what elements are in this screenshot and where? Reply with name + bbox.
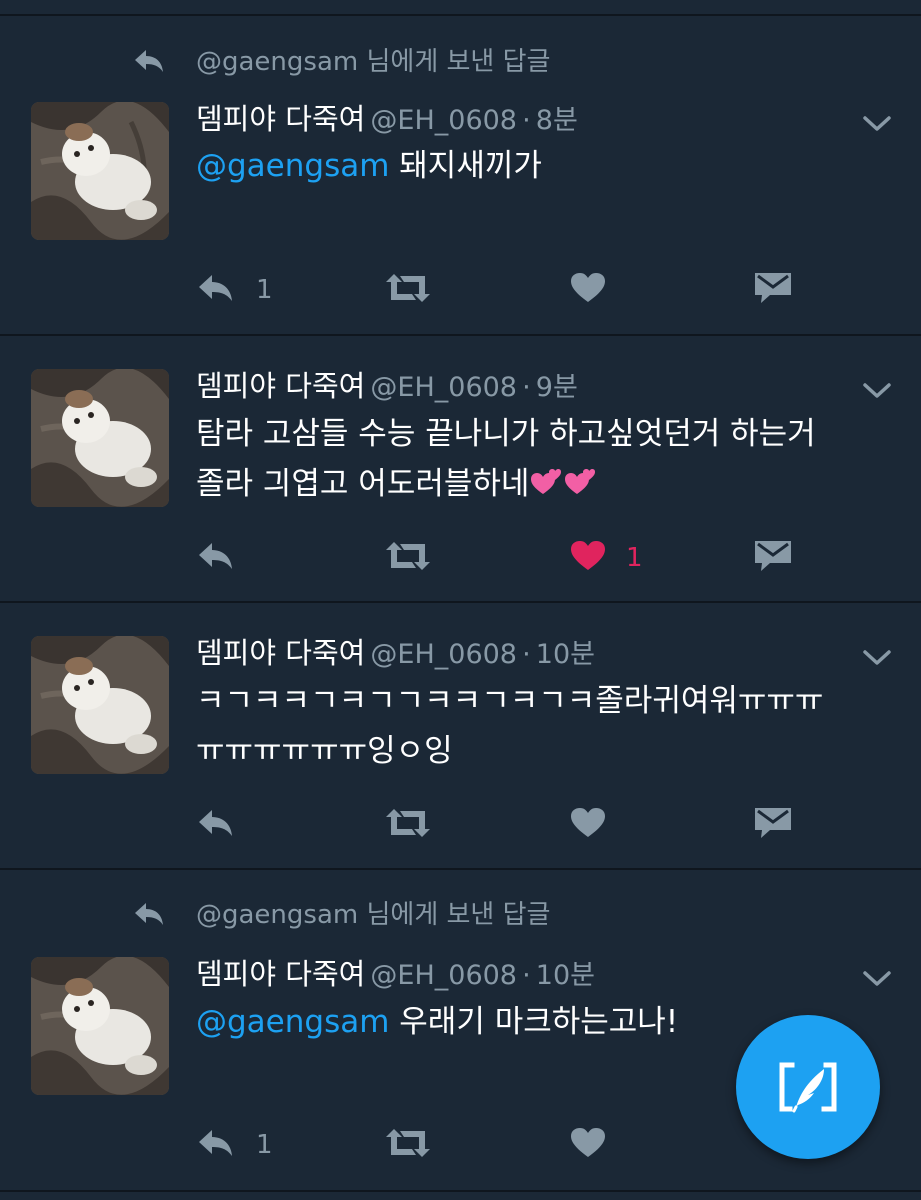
separator-dot: · (522, 639, 531, 670)
mention-link[interactable]: @gaengsam (196, 1004, 389, 1040)
cat-avatar-image (31, 957, 169, 1095)
two-hearts-emoji (531, 469, 596, 494)
tweet-text-line: 졸라 긔엽고 어도러블하네 (196, 466, 530, 502)
cat-avatar-image (31, 102, 169, 240)
timestamp[interactable]: 10분 (536, 639, 595, 670)
compose-tweet-icon (779, 1062, 837, 1113)
timestamp[interactable]: 9분 (536, 372, 578, 403)
tweet-actions: 1 (0, 268, 921, 312)
username[interactable]: @EH_0608 (370, 639, 517, 670)
timestamp[interactable]: 8분 (536, 105, 578, 136)
tweet-actions: 1 (0, 536, 921, 580)
like-button[interactable] (570, 803, 660, 847)
tweet-text: ㅋㄱㅋㅋㄱㅋㄱㄱㅋㅋㄱㅋㄱㅋ졸라귀여워ㅠㅠㅠ ㅠㅠㅠㅠㅠㅠ잉ㅇ잉 (196, 676, 886, 776)
tweet-text-line: ㅋㄱㅋㅋㄱㅋㄱㄱㅋㅋㄱㅋㄱㅋ졸라귀여워ㅠㅠㅠ (196, 683, 824, 719)
direct-message-button[interactable] (754, 803, 814, 847)
direct-message-button[interactable] (754, 268, 814, 312)
retweet-button[interactable] (384, 536, 474, 580)
avatar[interactable] (31, 636, 169, 774)
retweet-icon (386, 274, 430, 302)
reply-count: 1 (256, 1130, 273, 1160)
divider (0, 1190, 921, 1192)
reply-icon (199, 1130, 232, 1156)
reply-button[interactable]: 1 (196, 268, 286, 312)
username[interactable]: @EH_0608 (370, 105, 517, 136)
tweet-text-line: 돼지새끼가 (389, 148, 542, 184)
reply-button[interactable] (196, 536, 286, 580)
reply-arrow-icon (135, 50, 163, 72)
direct-message-button[interactable] (754, 536, 814, 580)
avatar[interactable] (31, 957, 169, 1095)
retweet-icon (386, 1129, 430, 1157)
tweet[interactable]: 뎀피야 다죽여 @EH_0608 · 10분 ㅋㄱㅋㅋㄱㅋㄱㄱㅋㅋㄱㅋㄱㅋ졸라귀… (0, 603, 921, 868)
display-name[interactable]: 뎀피야 다죽여 (196, 369, 365, 403)
like-button[interactable]: 1 (570, 536, 660, 580)
retweet-icon (386, 542, 430, 570)
compose-tweet-button[interactable] (736, 1015, 880, 1159)
cat-avatar-image (31, 369, 169, 507)
heart-icon (571, 1128, 605, 1157)
reply-arrow-icon (135, 903, 163, 925)
chevron-down-icon[interactable] (862, 114, 892, 134)
display-name[interactable]: 뎀피야 다죽여 (196, 102, 365, 136)
tweet-header: 뎀피야 다죽여 @EH_0608 · 10분 (196, 954, 595, 994)
reply-context[interactable]: @gaengsam 님에게 보낸 답글 (0, 897, 921, 937)
mention-link[interactable]: @gaengsam (196, 148, 389, 184)
heart-icon (571, 273, 605, 302)
display-name[interactable]: 뎀피야 다죽여 (196, 636, 365, 670)
reply-context[interactable]: @gaengsam 님에게 보낸 답글 (0, 44, 921, 84)
chevron-down-icon[interactable] (862, 381, 892, 401)
reply-count: 1 (256, 275, 273, 305)
direct-message-icon (755, 808, 791, 838)
timeline: @gaengsam 님에게 보낸 답글 뎀피야 다죽여 @EH_0608 · 8… (0, 0, 921, 1200)
tweet-text-line-wrap: 졸라 긔엽고 어도러블하네 (196, 459, 886, 509)
tweet-header: 뎀피야 다죽여 @EH_0608 · 9분 (196, 366, 578, 406)
reply-button[interactable]: 1 (196, 1123, 286, 1167)
reply-icon (199, 543, 232, 569)
tweet-text: @gaengsam 돼지새끼가 (196, 141, 886, 191)
heart-icon (571, 808, 605, 837)
tweet-actions (0, 803, 921, 847)
tweet-header: 뎀피야 다죽여 @EH_0608 · 10분 (196, 633, 595, 673)
chevron-down-icon[interactable] (862, 969, 892, 989)
separator-dot: · (522, 960, 531, 991)
retweet-icon (386, 809, 430, 837)
reply-icon (199, 275, 232, 301)
reply-button[interactable] (196, 803, 286, 847)
username[interactable]: @EH_0608 (370, 960, 517, 991)
like-button[interactable] (570, 1123, 660, 1167)
retweet-button[interactable] (384, 268, 474, 312)
heart-icon (571, 541, 605, 570)
tweet-text-line: 우래기 마크하는고나! (389, 1004, 679, 1040)
avatar[interactable] (31, 102, 169, 240)
direct-message-icon (755, 541, 791, 571)
tweet-header: 뎀피야 다죽여 @EH_0608 · 8분 (196, 99, 578, 139)
reply-context-text: @gaengsam 님에게 보낸 답글 (196, 47, 551, 77)
tweet-text-line: 탐라 고삼들 수능 끝나니가 하고싶엇던거 하는거 (196, 416, 816, 452)
retweet-button[interactable] (384, 1123, 474, 1167)
tweet-text: 탐라 고삼들 수능 끝나니가 하고싶엇던거 하는거 졸라 긔엽고 어도러블하네 (196, 409, 886, 509)
cat-avatar-image (31, 636, 169, 774)
separator-dot: · (522, 105, 531, 136)
display-name[interactable]: 뎀피야 다죽여 (196, 957, 365, 991)
timestamp[interactable]: 10분 (536, 960, 595, 991)
like-count: 1 (626, 543, 643, 573)
direct-message-icon (755, 273, 791, 303)
avatar[interactable] (31, 369, 169, 507)
separator-dot: · (522, 372, 531, 403)
tweet[interactable]: @gaengsam 님에게 보낸 답글 뎀피야 다죽여 @EH_0608 · 8… (0, 0, 921, 334)
username[interactable]: @EH_0608 (370, 372, 517, 403)
like-button[interactable] (570, 268, 660, 312)
reply-icon (199, 810, 232, 836)
chevron-down-icon[interactable] (862, 648, 892, 668)
retweet-button[interactable] (384, 803, 474, 847)
reply-context-text: @gaengsam 님에게 보낸 답글 (196, 900, 551, 930)
tweet[interactable]: 뎀피야 다죽여 @EH_0608 · 9분 탐라 고삼들 수능 끝나니가 하고싶… (0, 336, 921, 601)
tweet-text-line: ㅠㅠㅠㅠㅠㅠ잉ㅇ잉 (196, 733, 453, 769)
